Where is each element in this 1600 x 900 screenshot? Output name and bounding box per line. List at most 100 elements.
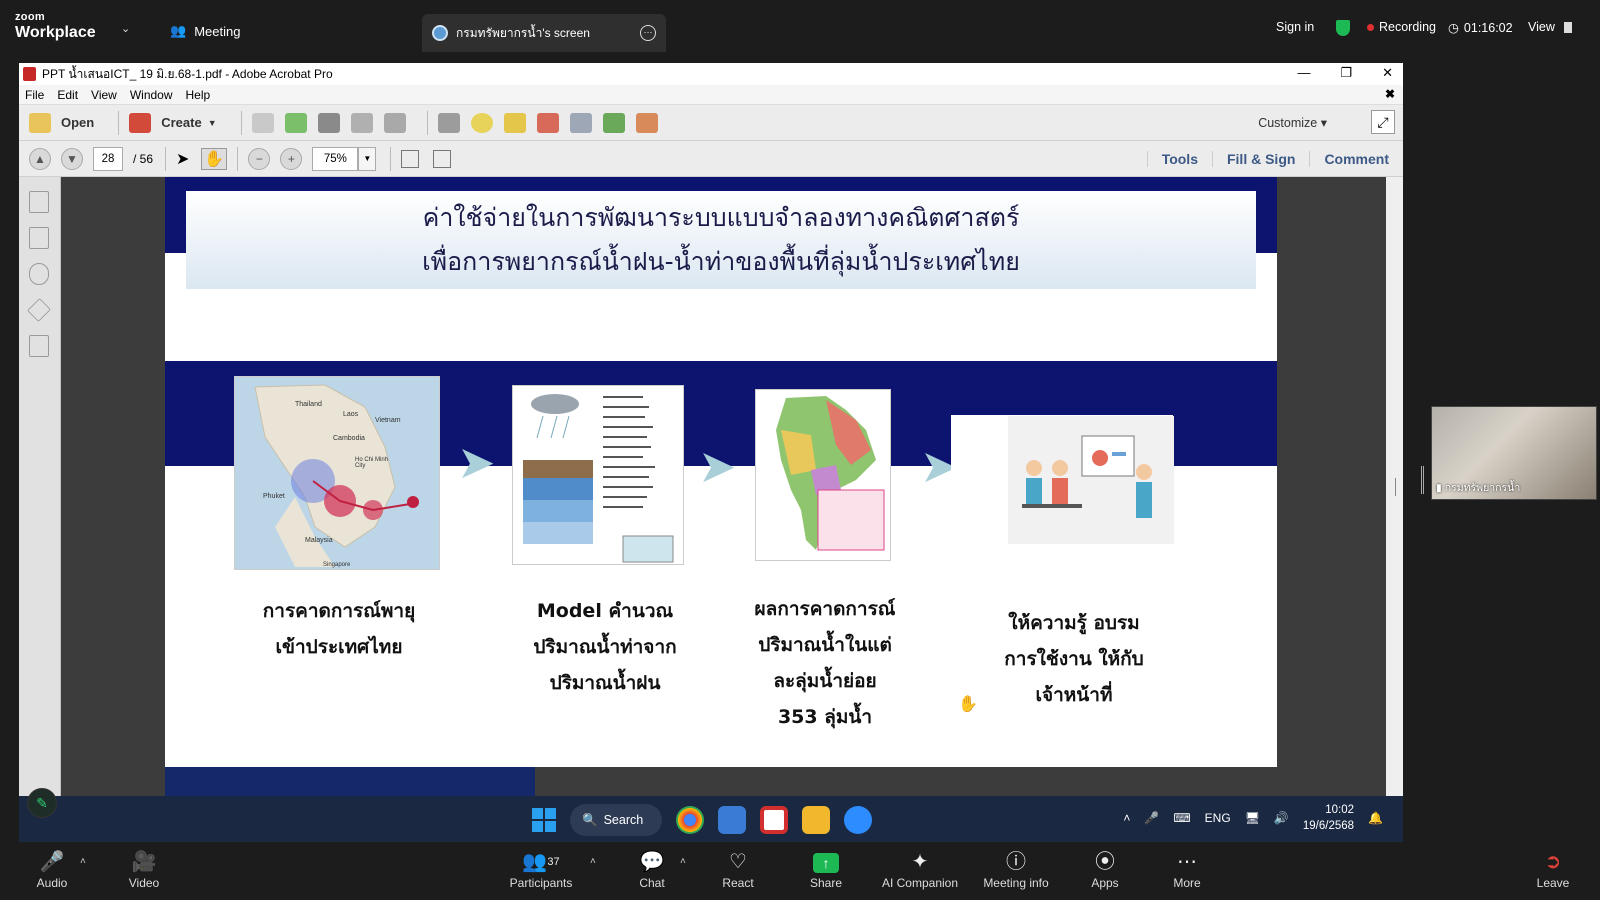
close-document-icon[interactable]: ✖: [1385, 87, 1395, 101]
taskbar-clock[interactable]: 10:02 19/6/2568: [1303, 802, 1354, 834]
zoom-top-bar: zoom Workplace ⌄ 👥 Meeting กรมทรัพยากรน้…: [0, 0, 1600, 52]
taskbar-search[interactable]: 🔍 Search: [570, 804, 662, 836]
next-page-icon[interactable]: ▼: [61, 147, 83, 170]
page-total: / 56: [133, 151, 154, 166]
print-icon[interactable]: [317, 112, 340, 133]
chevron-up-icon[interactable]: ˄: [1123, 811, 1130, 825]
chat-options-caret[interactable]: ˄: [680, 856, 686, 867]
meeting-menu[interactable]: 👥 Meeting: [170, 23, 240, 39]
participant-video-tile[interactable]: ▮ กรมทรัพยากรน้ำ: [1431, 406, 1597, 500]
language-indicator[interactable]: ENG: [1205, 811, 1231, 825]
layers-icon[interactable]: [27, 298, 51, 322]
attachments-icon[interactable]: [29, 263, 49, 285]
search-icon: 🔍: [582, 812, 598, 827]
sign-icon[interactable]: [635, 112, 658, 133]
fit-page-icon[interactable]: [401, 149, 420, 168]
chrome-icon[interactable]: [676, 806, 704, 834]
slide-title-box: ค่าใช้จ่ายในการพัฒนาระบบแบบจำลองทางคณิตศ…: [186, 191, 1256, 289]
more-options-icon[interactable]: ···: [640, 25, 656, 41]
video-button[interactable]: 🎥 Video: [124, 848, 164, 890]
slide-page: ค่าใช้จ่ายในการพัฒนาระบบแบบจำลองทางคณิตศ…: [165, 177, 1277, 767]
menu-help[interactable]: Help: [186, 88, 211, 102]
select-cursor-icon[interactable]: ➤: [176, 149, 189, 169]
react-button[interactable]: ♡ React: [718, 848, 758, 890]
panel-resize-handle[interactable]: [1421, 466, 1424, 494]
photos-app-icon[interactable]: [718, 806, 746, 834]
participant-name: ▮ กรมทรัพยากรน้ำ: [1436, 482, 1521, 494]
zoom-out-icon[interactable]: −: [248, 147, 271, 170]
recording-indicator[interactable]: Recording: [1367, 20, 1436, 34]
open-button[interactable]: Open: [29, 112, 94, 133]
create-button[interactable]: Create ▼: [129, 112, 217, 133]
export-icon[interactable]: [602, 112, 625, 133]
panel-divider[interactable]: [1395, 478, 1396, 496]
sign-in-button[interactable]: Sign in: [1276, 20, 1314, 34]
chat-button[interactable]: 💬 Chat: [636, 848, 668, 890]
audio-options-caret[interactable]: ˄: [80, 856, 86, 867]
email-icon[interactable]: [383, 112, 406, 133]
tools-link[interactable]: Tools: [1146, 151, 1212, 167]
edit-pdf-icon[interactable]: [350, 112, 373, 133]
comment-link[interactable]: Comment: [1309, 151, 1403, 167]
highlight-icon[interactable]: [503, 112, 526, 133]
participants-button[interactable]: 👥37 Participants: [508, 848, 574, 890]
menu-file[interactable]: File: [25, 88, 44, 102]
menu-window[interactable]: Window: [130, 88, 173, 102]
network-icon[interactable]: 🖥: [1245, 811, 1260, 825]
ai-sparkle-icon: ✦: [911, 851, 929, 873]
view-button[interactable]: View: [1528, 20, 1572, 34]
signatures-icon[interactable]: [29, 335, 49, 357]
acrobat-menu-bar: File Edit View Window Help ✖: [19, 85, 1403, 105]
caption-training: ให้ความรู้ อบรม การใช้งาน ให้กับ เจ้าหน้าท…: [1004, 612, 1144, 706]
redact-icon[interactable]: [536, 112, 559, 133]
zoom-taskbar-icon[interactable]: [844, 806, 872, 834]
chevron-down-icon[interactable]: ⌄: [121, 22, 130, 35]
page-thumbnails-icon[interactable]: [29, 191, 49, 213]
leave-button[interactable]: ➲ Leave: [1535, 848, 1571, 890]
acrobat-taskbar-icon[interactable]: [760, 806, 788, 834]
menu-edit[interactable]: Edit: [57, 88, 78, 102]
create-pdf-icon: [129, 112, 152, 133]
document-area[interactable]: ค่าใช้จ่ายในการพัฒนาระบบแบบจำลองทางคณิตศ…: [61, 177, 1403, 796]
microphone-icon[interactable]: 🎤: [1144, 811, 1159, 825]
fit-width-icon[interactable]: [433, 149, 452, 168]
keyboard-icon[interactable]: ⌨: [1173, 811, 1190, 825]
hand-tool-icon[interactable]: ✋: [201, 147, 228, 170]
restore-icon[interactable]: ❐: [1340, 65, 1352, 81]
file-explorer-icon[interactable]: [802, 806, 830, 834]
more-button[interactable]: ⋯ More: [1170, 848, 1204, 890]
audio-button[interactable]: 🎤 Audio: [32, 848, 72, 890]
ai-companion-button[interactable]: ✦ AI Companion: [878, 848, 962, 890]
customize-dropdown[interactable]: Customize ▾: [1258, 115, 1327, 130]
security-shield-icon[interactable]: [1336, 20, 1350, 36]
notification-bell-icon[interactable]: 🔔: [1368, 811, 1383, 825]
settings-gear-icon[interactable]: [437, 112, 460, 133]
compare-icon[interactable]: [569, 112, 592, 133]
menu-view[interactable]: View: [91, 88, 117, 102]
meeting-info-button[interactable]: ⓘ Meeting info: [978, 848, 1054, 890]
zoom-level-input[interactable]: 75%: [312, 146, 359, 171]
map-label-phuket: Phuket: [263, 493, 285, 500]
save-icon[interactable]: [251, 112, 274, 133]
annotate-pen-icon[interactable]: ✎: [27, 788, 57, 818]
participants-icon: 👥37: [522, 851, 560, 873]
participants-options-caret[interactable]: ˄: [590, 856, 596, 867]
upload-cloud-icon[interactable]: [284, 112, 307, 133]
bookmarks-icon[interactable]: [29, 227, 49, 249]
minimize-icon[interactable]: —: [1297, 65, 1310, 81]
shared-screen-tab[interactable]: กรมทรัพยากรน้ำ's screen ···: [422, 14, 666, 52]
page-number-input[interactable]: 28: [93, 146, 123, 171]
video-off-icon: 🎥: [131, 851, 157, 873]
fullscreen-icon[interactable]: ⤢: [1371, 110, 1395, 134]
comment-bubble-icon[interactable]: [470, 112, 493, 133]
close-icon[interactable]: ✕: [1382, 65, 1393, 81]
zoom-dropdown[interactable]: ▼: [358, 146, 377, 171]
prev-page-icon[interactable]: ▲: [29, 147, 51, 170]
speaker-icon[interactable]: 🔊: [1274, 811, 1289, 825]
fill-sign-link[interactable]: Fill & Sign: [1211, 151, 1309, 167]
slide-title-line1: ค่าใช้จ่ายในการพัฒนาระบบแบบจำลองทางคณิตศ…: [422, 203, 1020, 232]
share-button[interactable]: ↑ Share: [806, 848, 846, 890]
windows-start-icon[interactable]: [532, 808, 556, 832]
apps-button[interactable]: ⦿ Apps: [1088, 848, 1122, 890]
zoom-in-icon[interactable]: +: [280, 147, 303, 170]
